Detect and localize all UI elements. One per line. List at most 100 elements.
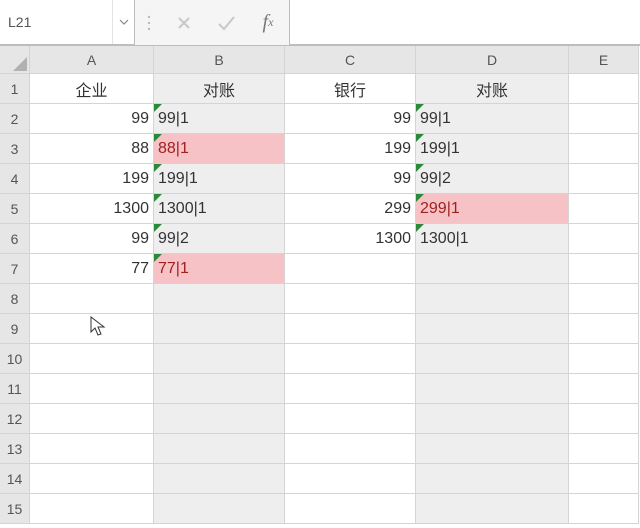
cell-A5[interactable]: 1300 xyxy=(30,194,154,224)
cell-D13[interactable] xyxy=(416,434,569,464)
row-header-1[interactable]: 1 xyxy=(0,74,30,104)
name-box-dropdown[interactable] xyxy=(112,0,134,44)
column-header-B[interactable]: B xyxy=(154,46,285,74)
cell-E4[interactable] xyxy=(569,164,639,194)
cell-E12[interactable] xyxy=(569,404,639,434)
cell-E14[interactable] xyxy=(569,464,639,494)
cell-D1[interactable]: 对账 xyxy=(416,74,569,104)
cell-A3[interactable]: 88 xyxy=(30,134,154,164)
column-header-D[interactable]: D xyxy=(416,46,569,74)
cell-C9[interactable] xyxy=(285,314,416,344)
row-header-7[interactable]: 7 xyxy=(0,254,30,284)
cell-E15[interactable] xyxy=(569,494,639,524)
cell-E8[interactable] xyxy=(569,284,639,314)
cell-B6[interactable]: 99|2 xyxy=(154,224,285,254)
cell-A6[interactable]: 99 xyxy=(30,224,154,254)
cell-C13[interactable] xyxy=(285,434,416,464)
cell-E5[interactable] xyxy=(569,194,639,224)
cell-B11[interactable] xyxy=(154,374,285,404)
row-header-13[interactable]: 13 xyxy=(0,434,30,464)
cell-B15[interactable] xyxy=(154,494,285,524)
row-header-3[interactable]: 3 xyxy=(0,134,30,164)
cell-B8[interactable] xyxy=(154,284,285,314)
cell-D11[interactable] xyxy=(416,374,569,404)
row-header-2[interactable]: 2 xyxy=(0,104,30,134)
cell-B2[interactable]: 99|1 xyxy=(154,104,285,134)
cell-D4[interactable]: 99|2 xyxy=(416,164,569,194)
cell-C7[interactable] xyxy=(285,254,416,284)
cell-A9[interactable] xyxy=(30,314,154,344)
row-header-4[interactable]: 4 xyxy=(0,164,30,194)
enter-icon[interactable] xyxy=(205,0,247,45)
cell-D8[interactable] xyxy=(416,284,569,314)
cell-D3[interactable]: 199|1 xyxy=(416,134,569,164)
cell-D10[interactable] xyxy=(416,344,569,374)
row-header-12[interactable]: 12 xyxy=(0,404,30,434)
cell-D6[interactable]: 1300|1 xyxy=(416,224,569,254)
cell-C4[interactable]: 99 xyxy=(285,164,416,194)
row-header-8[interactable]: 8 xyxy=(0,284,30,314)
cell-D14[interactable] xyxy=(416,464,569,494)
cell-A13[interactable] xyxy=(30,434,154,464)
cell-B9[interactable] xyxy=(154,314,285,344)
name-box-value[interactable]: L21 xyxy=(0,0,112,44)
cell-A15[interactable] xyxy=(30,494,154,524)
cell-C2[interactable]: 99 xyxy=(285,104,416,134)
insert-function-icon[interactable]: fx xyxy=(247,0,289,45)
cell-A12[interactable] xyxy=(30,404,154,434)
cell-E7[interactable] xyxy=(569,254,639,284)
cell-B3[interactable]: 88|1 xyxy=(154,134,285,164)
cell-C5[interactable]: 299 xyxy=(285,194,416,224)
cell-E3[interactable] xyxy=(569,134,639,164)
row-header-10[interactable]: 10 xyxy=(0,344,30,374)
cell-B5[interactable]: 1300|1 xyxy=(154,194,285,224)
cell-E11[interactable] xyxy=(569,374,639,404)
cell-A1[interactable]: 企业 xyxy=(30,74,154,104)
cell-C1[interactable]: 银行 xyxy=(285,74,416,104)
cell-D15[interactable] xyxy=(416,494,569,524)
cell-A4[interactable]: 199 xyxy=(30,164,154,194)
cell-E10[interactable] xyxy=(569,344,639,374)
cell-E1[interactable] xyxy=(569,74,639,104)
cell-D9[interactable] xyxy=(416,314,569,344)
cell-B10[interactable] xyxy=(154,344,285,374)
cell-E13[interactable] xyxy=(569,434,639,464)
cell-A14[interactable] xyxy=(30,464,154,494)
row-header-5[interactable]: 5 xyxy=(0,194,30,224)
column-header-E[interactable]: E xyxy=(569,46,639,74)
cell-C6[interactable]: 1300 xyxy=(285,224,416,254)
cell-A11[interactable] xyxy=(30,374,154,404)
cell-E9[interactable] xyxy=(569,314,639,344)
row-header-6[interactable]: 6 xyxy=(0,224,30,254)
cell-D12[interactable] xyxy=(416,404,569,434)
cell-D7[interactable] xyxy=(416,254,569,284)
row-header-9[interactable]: 9 xyxy=(0,314,30,344)
cell-A7[interactable]: 77 xyxy=(30,254,154,284)
column-header-A[interactable]: A xyxy=(30,46,154,74)
cell-A8[interactable] xyxy=(30,284,154,314)
cell-B13[interactable] xyxy=(154,434,285,464)
column-header-C[interactable]: C xyxy=(285,46,416,74)
cell-B14[interactable] xyxy=(154,464,285,494)
cell-D2[interactable]: 99|1 xyxy=(416,104,569,134)
cell-C15[interactable] xyxy=(285,494,416,524)
cell-E6[interactable] xyxy=(569,224,639,254)
row-header-14[interactable]: 14 xyxy=(0,464,30,494)
row-header-11[interactable]: 11 xyxy=(0,374,30,404)
cell-C3[interactable]: 199 xyxy=(285,134,416,164)
cell-D5[interactable]: 299|1 xyxy=(416,194,569,224)
row-header-15[interactable]: 15 xyxy=(0,494,30,524)
cell-B4[interactable]: 199|1 xyxy=(154,164,285,194)
formula-input[interactable] xyxy=(289,0,640,45)
select-all-corner[interactable] xyxy=(0,46,30,74)
cell-C10[interactable] xyxy=(285,344,416,374)
cell-C8[interactable] xyxy=(285,284,416,314)
cell-B12[interactable] xyxy=(154,404,285,434)
name-box[interactable]: L21 xyxy=(0,0,135,45)
cell-A2[interactable]: 99 xyxy=(30,104,154,134)
cell-B7[interactable]: 77|1 xyxy=(154,254,285,284)
cell-A10[interactable] xyxy=(30,344,154,374)
cell-B1[interactable]: 对账 xyxy=(154,74,285,104)
resize-handle-icon[interactable] xyxy=(135,0,163,45)
cell-C14[interactable] xyxy=(285,464,416,494)
